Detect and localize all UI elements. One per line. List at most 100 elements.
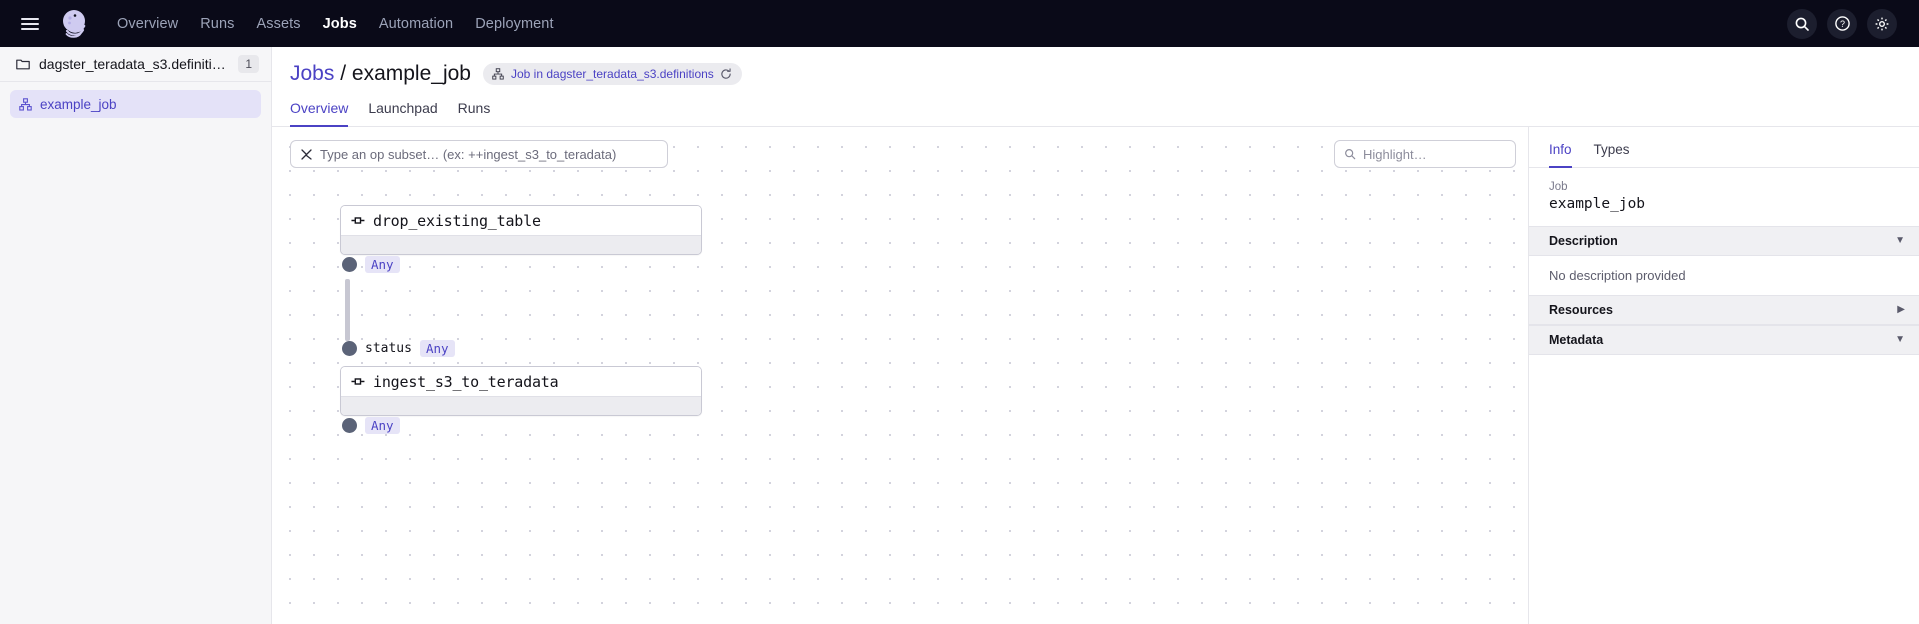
svg-text:?: ? (1839, 19, 1844, 29)
breadcrumb-current: example_job (351, 62, 471, 85)
sidebar-item-label: example_job (40, 96, 117, 112)
tab-overview[interactable]: Overview (290, 100, 349, 127)
op-output-port[interactable]: Any (342, 256, 400, 273)
search-glyph (1345, 149, 1356, 160)
tab-info[interactable]: Info (1549, 142, 1572, 168)
nav-link-overview[interactable]: Overview (106, 10, 189, 38)
port-type-label: Any (365, 417, 400, 434)
center-column: Jobs / example_job Job in dagster_terada… (272, 47, 1919, 624)
port-dot (342, 257, 357, 272)
app-root: Overview Runs Assets Jobs Automation Dep… (0, 0, 1919, 624)
job-summary: Job example_job (1529, 168, 1919, 212)
op-node-header: drop_existing_table (341, 206, 701, 235)
accordion-header-description[interactable]: Description ▼ (1529, 226, 1919, 256)
job-name-value: example_job (1549, 196, 1646, 212)
reload-icon[interactable] (720, 68, 733, 81)
accordion-body-description: No description provided (1549, 268, 1686, 283)
port-dot (342, 341, 357, 356)
job-glyph (19, 97, 32, 111)
folder-icon (16, 57, 30, 71)
help-icon[interactable]: ? (1827, 8, 1857, 39)
nav-link-automation[interactable]: Automation (368, 10, 464, 38)
hamburger-icon (21, 15, 39, 33)
accordion-title: Resources (1549, 303, 1613, 317)
page-header: Jobs / example_job Job in dagster_terada… (272, 47, 1919, 87)
nav-link-runs[interactable]: Runs (189, 10, 245, 38)
gear-glyph (1875, 17, 1889, 30)
op-icon (351, 216, 365, 226)
chevron-down-icon: ▼ (1895, 235, 1905, 246)
sidebar-job-list: example_job (0, 82, 271, 118)
chevron-right-icon: ▶ (1897, 304, 1905, 315)
right-info-panel: Info Types Job example_job Description ▼… (1529, 127, 1919, 624)
op-node-drop-existing-table[interactable]: drop_existing_table (340, 205, 702, 255)
job-graph-glyph (492, 68, 504, 80)
op-node-title: drop_existing_table (373, 211, 541, 230)
folder-glyph (16, 59, 30, 70)
app-body: dagster_teradata_s3.definitions 1 exampl… (0, 47, 1919, 624)
job-label: Job (1549, 181, 1568, 193)
hamburger-menu-icon[interactable] (14, 8, 46, 40)
job-tabs: Overview Launchpad Runs (272, 87, 1919, 127)
nav-link-assets[interactable]: Assets (245, 10, 311, 38)
port-dot (342, 418, 357, 433)
sidebar-item-example-job[interactable]: example_job (10, 90, 261, 118)
repository-job-count: 1 (238, 55, 259, 73)
gear-icon[interactable] (1867, 8, 1897, 39)
graph-and-panel: Type an op subset… (ex: ++ingest_s3_to_t… (272, 127, 1919, 624)
accordion-title: Metadata (1549, 333, 1604, 347)
job-location-badge[interactable]: Job in dagster_teradata_s3.definitions (482, 63, 742, 85)
port-type-label: Any (365, 256, 400, 273)
top-navigation-bar: Overview Runs Assets Jobs Automation Dep… (0, 0, 1919, 47)
accordion-description: Description ▼ No description provided (1529, 226, 1919, 295)
op-icon (351, 377, 365, 387)
op-input-port-status[interactable]: status Any (342, 340, 455, 357)
op-subset-icon (300, 148, 313, 161)
op-node-body (341, 396, 701, 415)
job-location-label: Job in dagster_teradata_s3.definitions (510, 67, 714, 81)
search-icon[interactable] (1787, 8, 1817, 39)
accordion-header-metadata[interactable]: Metadata ▼ (1529, 325, 1919, 355)
op-subset-placeholder: Type an op subset… (ex: ++ingest_s3_to_t… (320, 146, 617, 162)
breadcrumb-separator: / (340, 62, 347, 85)
op-subset-input[interactable]: Type an op subset… (ex: ++ingest_s3_to_t… (290, 140, 668, 168)
op-graph-canvas[interactable]: Type an op subset… (ex: ++ingest_s3_to_t… (272, 127, 1529, 624)
accordion-resources: Resources ▶ (1529, 295, 1919, 325)
repository-name: dagster_teradata_s3.definitions (39, 56, 230, 72)
job-icon (19, 97, 32, 111)
reload-glyph (721, 68, 731, 79)
breadcrumb-jobs-link[interactable]: Jobs (290, 62, 334, 85)
breadcrumb: Jobs / example_job Job in dagster_terada… (290, 61, 1919, 87)
op-node-body (341, 235, 701, 254)
nav-icon-group: ? (1787, 8, 1897, 39)
tab-launchpad[interactable]: Launchpad (368, 100, 437, 127)
op-glyph (351, 378, 365, 385)
op-output-port-final[interactable]: Any (342, 417, 400, 434)
left-sidebar: dagster_teradata_s3.definitions 1 exampl… (0, 47, 272, 624)
op-node-ingest-s3-to-teradata[interactable]: ingest_s3_to_teradata (340, 366, 702, 416)
search-glyph (1795, 17, 1809, 31)
repository-row[interactable]: dagster_teradata_s3.definitions 1 (0, 47, 271, 82)
highlight-input[interactable]: Highlight… (1334, 140, 1516, 168)
port-name-label: status (365, 341, 412, 356)
nav-link-jobs[interactable]: Jobs (312, 10, 368, 38)
dagster-logo[interactable] (56, 6, 92, 42)
nav-links: Overview Runs Assets Jobs Automation Dep… (106, 10, 565, 38)
chevron-down-icon: ▼ (1895, 334, 1905, 345)
job-graph-icon (492, 68, 505, 81)
question-mark-glyph: ? (1834, 16, 1850, 31)
page-title: Jobs / example_job (290, 61, 471, 87)
tab-runs[interactable]: Runs (458, 100, 491, 127)
highlight-placeholder: Highlight… (1363, 146, 1427, 162)
nav-link-deployment[interactable]: Deployment (464, 10, 564, 38)
accordion-title: Description (1549, 234, 1618, 248)
right-panel-tabs: Info Types (1529, 127, 1919, 168)
tab-types[interactable]: Types (1594, 142, 1630, 168)
op-node-title: ingest_s3_to_teradata (373, 372, 559, 391)
accordion-metadata: Metadata ▼ (1529, 325, 1919, 355)
graph-edge (345, 279, 350, 341)
port-type-label: Any (419, 340, 455, 357)
accordion-header-resources[interactable]: Resources ▶ (1529, 295, 1919, 325)
dagster-logo-icon (63, 9, 86, 38)
search-icon (1344, 148, 1356, 160)
